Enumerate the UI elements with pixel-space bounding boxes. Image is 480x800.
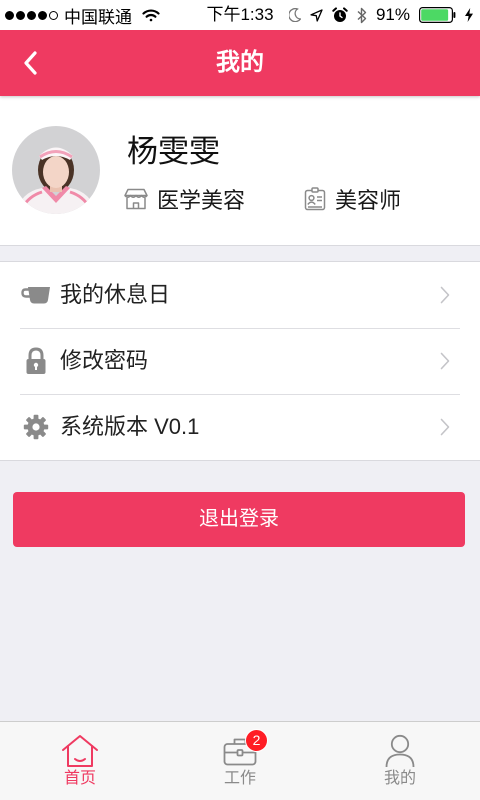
signal-dot [16, 10, 25, 20]
gear-icon [20, 394, 52, 460]
signal-dot [5, 10, 14, 20]
store-icon [124, 188, 148, 210]
status-left: 中国联通 [5, 0, 160, 30]
notification-badge: 2 [245, 729, 268, 752]
battery-percent: 91% [375, 5, 410, 24]
briefcase-icon [160, 733, 320, 768]
battery-fill [421, 9, 449, 21]
tab-label: 工作 [223, 770, 256, 787]
back-button[interactable] [16, 49, 44, 77]
tab-label: 我的 [383, 770, 416, 787]
role-label: 美容师 [335, 188, 402, 213]
tab-label: 首页 [63, 770, 96, 787]
menu-item-label: 修改密码 [60, 348, 149, 373]
wifi-icon [142, 8, 160, 22]
location-arrow-icon [310, 8, 323, 22]
department-label: 医学美容 [157, 188, 246, 213]
page-title: 我的 [216, 49, 264, 76]
chevron-left-icon [23, 51, 37, 75]
status-right: 91% [288, 0, 473, 30]
chevron-right-icon [440, 352, 450, 370]
chevron-right-icon [440, 418, 450, 436]
profile-name: 杨雯雯 [127, 134, 220, 169]
avatar[interactable] [12, 126, 100, 214]
chevron-right-icon [440, 286, 450, 304]
charging-bolt-icon [465, 8, 473, 22]
bluetooth-icon [357, 7, 367, 24]
alarm-icon [332, 7, 348, 23]
profile-card: 杨雯雯 医学美容 美容师 [0, 96, 480, 246]
logout-button[interactable]: 退出登录 [13, 492, 465, 547]
person-icon [320, 733, 480, 768]
signal-dot [27, 10, 36, 20]
cup-icon [20, 262, 52, 328]
tab-work[interactable]: 2 工作 [160, 722, 320, 800]
nav-bar: 我的 [0, 30, 480, 96]
profile-role: 美容师 [304, 185, 401, 213]
moon-icon [288, 8, 301, 22]
home-icon [0, 733, 160, 768]
id-card-icon [304, 187, 326, 211]
tab-home[interactable]: 首页 [0, 722, 160, 800]
signal-dot [49, 10, 58, 20]
menu-item-label: 我的休息日 [60, 282, 171, 307]
status-bar: 中国联通 下午1:33 91% [0, 0, 480, 30]
menu-item-rest-days[interactable]: 我的休息日 [0, 262, 480, 328]
carrier-name: 中国联通 [64, 7, 132, 27]
lock-icon [20, 328, 52, 394]
signal-dot [38, 10, 47, 20]
tab-bar: 首页 2 工作 我的 [0, 721, 480, 800]
signal-strength [5, 10, 58, 20]
menu-item-version[interactable]: 系统版本 V0.1 [0, 394, 480, 460]
menu-item-label: 系统版本 V0.1 [60, 414, 200, 439]
profile-department: 医学美容 [124, 185, 245, 213]
menu-item-change-password[interactable]: 修改密码 [0, 328, 480, 394]
settings-list: 我的休息日 修改密码 系统版本 V0.1 [0, 261, 480, 461]
battery-icon [419, 7, 456, 23]
tab-me[interactable]: 我的 [320, 722, 480, 800]
